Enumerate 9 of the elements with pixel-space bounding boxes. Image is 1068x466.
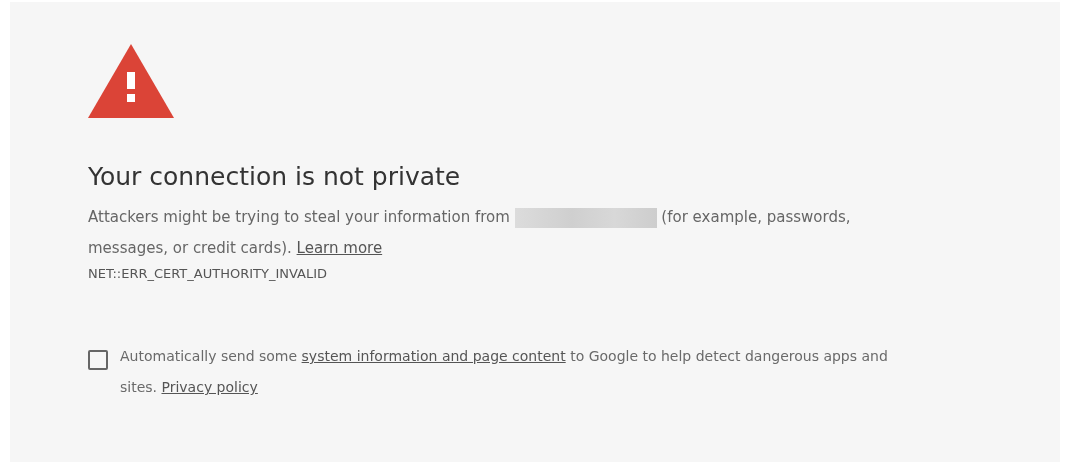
privacy-policy-link[interactable]: Privacy policy — [161, 379, 258, 395]
error-code: NET::ERR_CERT_AUTHORITY_INVALID — [88, 266, 328, 281]
report-checkbox[interactable] — [88, 350, 108, 370]
warning-icon — [88, 44, 174, 118]
report-description: Automatically send some system information and page content to Google to help detect dangerous apps and sites. Privacy policy — [120, 347, 889, 397]
system-information-link[interactable]: system information and page content — [301, 348, 566, 364]
warning-message: Attackers might be trying to steal your information from (for example, passwords, messages, or credit cards). Learn more — [88, 206, 852, 259]
page-heading: Your connection is not private — [88, 161, 462, 193]
learn-more-link[interactable]: Learn more — [296, 239, 383, 257]
